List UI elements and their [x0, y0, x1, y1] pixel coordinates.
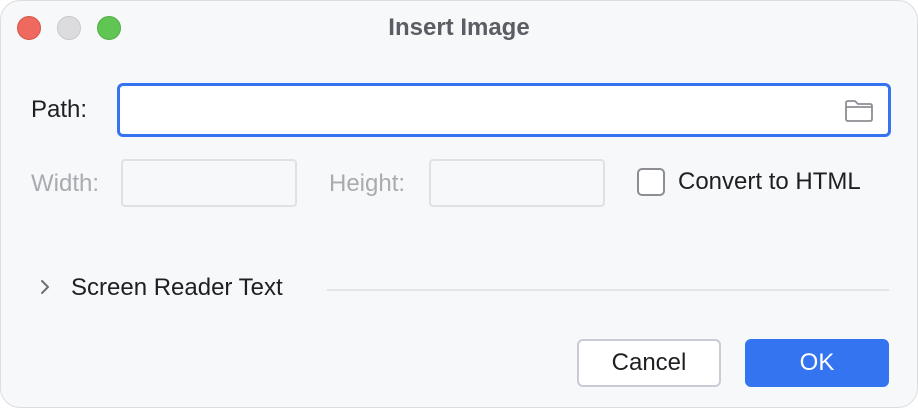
dialog-title: Insert Image [388, 14, 530, 41]
path-label: Path: [31, 96, 88, 123]
screen-reader-text-toggle[interactable]: Screen Reader Text [71, 273, 283, 303]
folder-icon[interactable] [844, 99, 874, 123]
convert-to-html-label[interactable]: Convert to HTML [678, 167, 861, 197]
convert-to-html-checkbox[interactable] [637, 168, 665, 196]
chevron-right-icon[interactable] [37, 277, 53, 297]
insert-image-dialog: Insert Image Path: Width: Height: Conver… [0, 0, 918, 408]
cancel-button[interactable]: Cancel [577, 339, 721, 387]
path-field[interactable] [117, 83, 891, 137]
height-label: Height: [329, 170, 406, 197]
section-divider [327, 289, 889, 291]
height-field[interactable] [429, 159, 605, 207]
ok-button[interactable]: OK [745, 339, 889, 387]
width-label: Width: [31, 170, 100, 197]
width-field[interactable] [121, 159, 297, 207]
path-input[interactable] [128, 92, 828, 128]
